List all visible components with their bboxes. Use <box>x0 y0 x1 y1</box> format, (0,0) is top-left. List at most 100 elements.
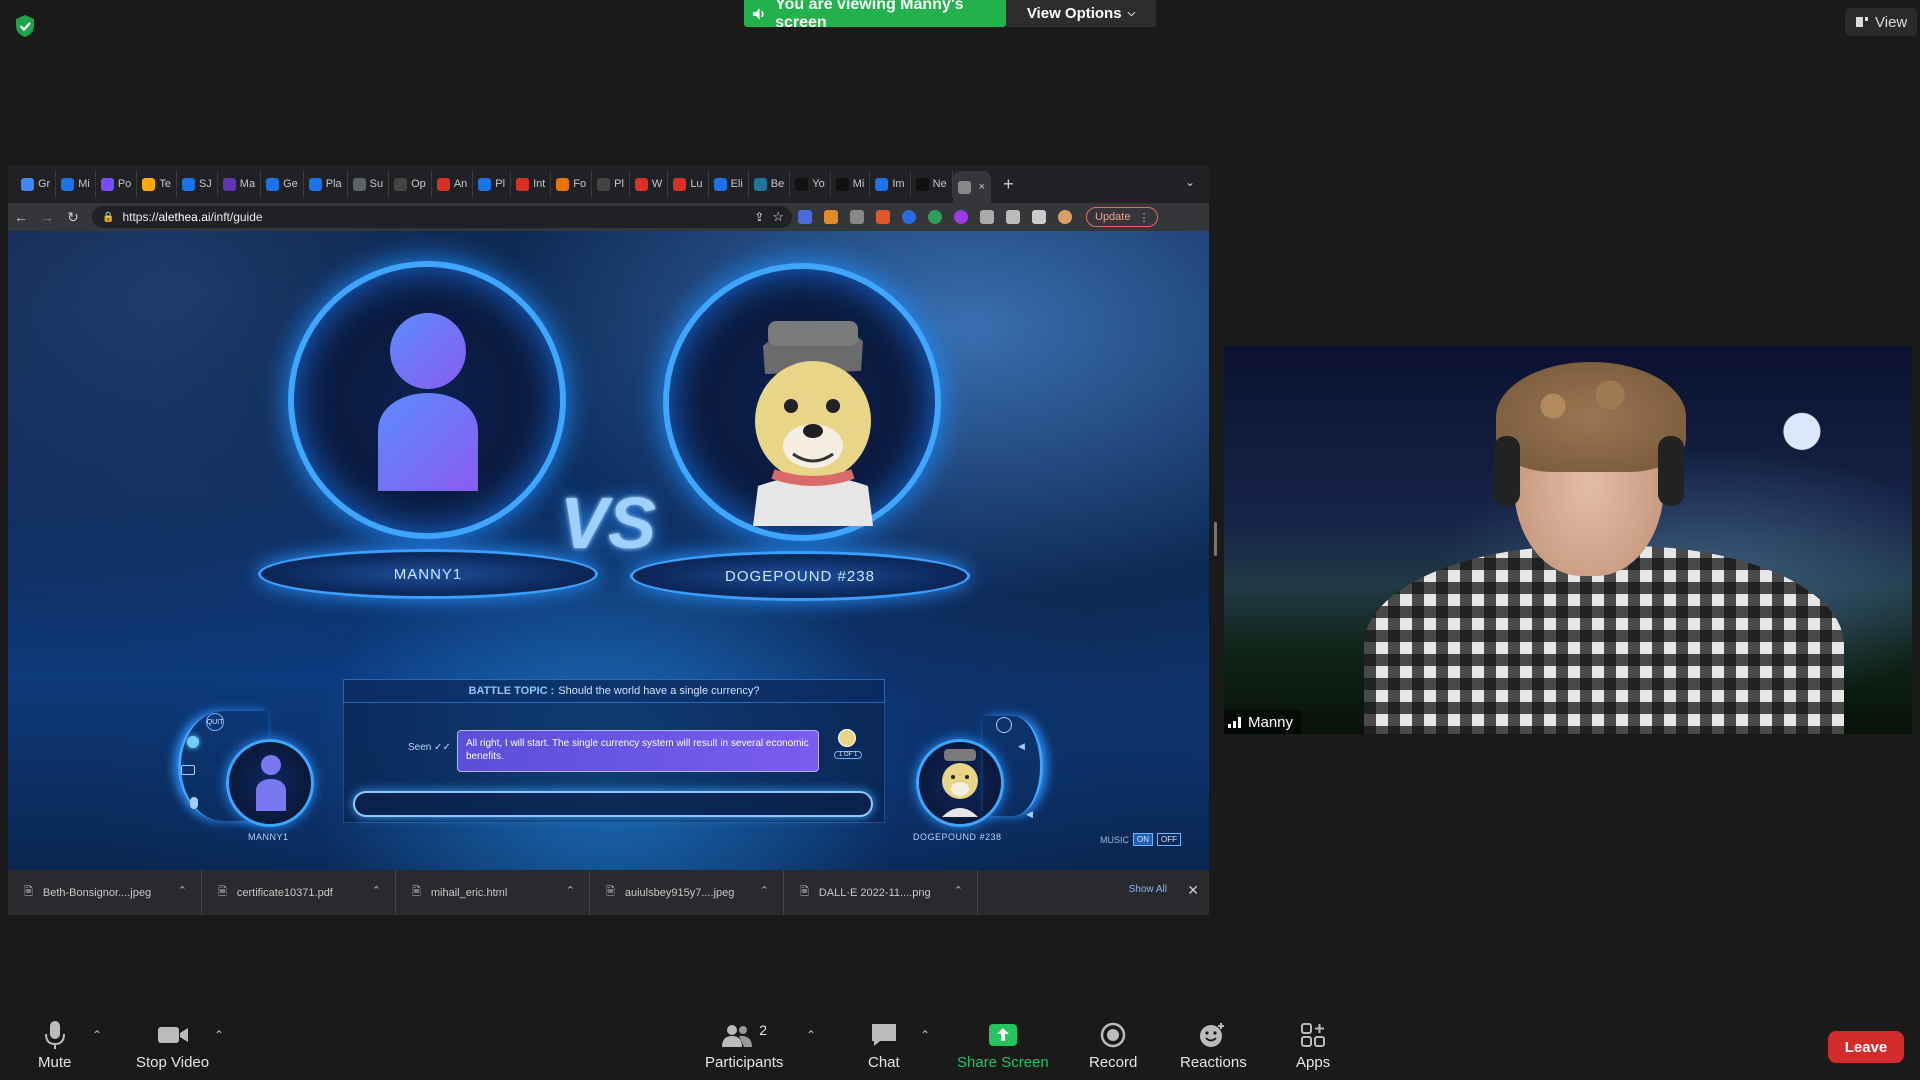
video-camera-icon <box>157 1027 188 1043</box>
browser-tab[interactable]: Ne <box>911 171 953 197</box>
side-panel-icon[interactable] <box>1032 210 1046 224</box>
record-dot-icon[interactable] <box>187 736 199 748</box>
chat-button[interactable]: Chat <box>868 1020 900 1071</box>
play-left-icon[interactable]: ◀ <box>1018 741 1025 752</box>
chevron-up-icon[interactable]: ⌃ <box>178 884 187 897</box>
chat-bubble-icon <box>871 1024 896 1046</box>
browser-tab[interactable]: Im <box>870 171 911 197</box>
browser-tab[interactable]: Yo <box>790 171 831 197</box>
extension-icon[interactable] <box>824 210 838 224</box>
browser-tab[interactable]: Be <box>749 171 791 197</box>
browser-tab[interactable]: An <box>432 171 474 197</box>
file-icon: 🗎 <box>218 886 227 898</box>
download-item[interactable]: 🗎 mihail_eric.html ⌃ <box>396 870 590 915</box>
music-on-button[interactable]: ON <box>1133 833 1153 846</box>
share-icon[interactable]: ⇪ <box>754 210 764 224</box>
view-button[interactable]: View <box>1845 8 1918 36</box>
music-off-button[interactable]: OFF <box>1157 833 1181 846</box>
forward-arrow-icon[interactable]: → <box>34 209 60 225</box>
new-tab-button[interactable]: + <box>1003 174 1014 195</box>
share-screen-arrow-icon <box>988 1024 1017 1046</box>
profile-avatar-icon[interactable] <box>1058 210 1072 224</box>
extension-icon[interactable] <box>928 210 942 224</box>
viewing-screen-text: You are viewing Manny's screen <box>775 0 964 31</box>
view-options-button[interactable]: View Options ⌵ <box>1006 0 1156 27</box>
play-left-icon[interactable]: ◀ <box>1026 809 1033 820</box>
reactions-button[interactable]: Reactions <box>1180 1020 1247 1071</box>
stop-video-button[interactable]: Stop Video <box>136 1020 209 1071</box>
video-options-chevron-icon[interactable]: ⌃ <box>214 1028 224 1042</box>
participants-button[interactable]: 2 Participants <box>705 1020 783 1071</box>
browser-tab[interactable]: Su <box>348 171 390 197</box>
chat-input[interactable] <box>353 791 873 817</box>
share-screen-label: Share Screen <box>957 1054 1049 1071</box>
browser-tab[interactable]: SJ <box>177 171 218 197</box>
address-bar[interactable]: 🔒 https://alethea.ai/inft/guide ⇪ ☆ <box>92 206 792 228</box>
volume-icon[interactable] <box>996 717 1012 733</box>
participant-video[interactable]: Manny <box>1224 346 1912 734</box>
browser-tab[interactable]: Lu <box>668 171 709 197</box>
mute-label: Mute <box>38 1054 72 1071</box>
browser-tab[interactable]: × <box>952 171 992 203</box>
security-shield-icon[interactable] <box>14 14 36 38</box>
extension-icon[interactable] <box>850 210 864 224</box>
update-button[interactable]: Update ⋮ <box>1086 207 1159 227</box>
browser-tab[interactable]: Pl <box>592 171 630 197</box>
browser-tab[interactable]: Mi <box>831 171 871 197</box>
browser-tab[interactable]: Mi <box>56 171 96 197</box>
browser-tab[interactable]: Ma <box>218 171 262 197</box>
tab-favicon-icon <box>875 177 889 191</box>
download-item[interactable]: 🗎 DALL·E 2022-11....png ⌃ <box>784 870 978 915</box>
resize-handle[interactable] <box>1214 522 1217 556</box>
tab-favicon-icon <box>21 177 34 191</box>
microphone-icon[interactable] <box>190 797 198 809</box>
browser-tab[interactable]: Op <box>389 171 432 197</box>
browser-tab[interactable]: Ge <box>261 171 304 197</box>
close-tab-icon[interactable]: × <box>979 181 985 193</box>
browser-tab[interactable]: Po <box>96 171 138 197</box>
chat-options-chevron-icon[interactable]: ⌃ <box>920 1028 930 1042</box>
browser-tab[interactable]: W <box>630 171 669 197</box>
leave-button[interactable]: Leave <box>1828 1031 1904 1063</box>
download-item[interactable]: 🗎 auiulsbey915y7....jpeg ⌃ <box>590 870 784 915</box>
headphone-icon <box>1494 436 1520 506</box>
tab-title: Ne <box>932 178 947 190</box>
mute-button[interactable]: Mute <box>38 1020 71 1071</box>
quit-button[interactable]: QUIT <box>206 713 224 731</box>
browser-tab[interactable]: Eli <box>709 171 749 197</box>
extension-icon[interactable] <box>876 210 890 224</box>
browser-tab[interactable]: Fo <box>551 171 593 197</box>
chevron-up-icon[interactable]: ⌃ <box>760 884 769 897</box>
apps-button[interactable]: Apps <box>1296 1020 1330 1071</box>
tab-search-chevron-icon[interactable]: ⌄ <box>1185 175 1195 189</box>
music-toggle: MUSIC ON OFF <box>1100 833 1181 846</box>
audio-options-chevron-icon[interactable]: ⌃ <box>92 1028 102 1042</box>
browser-tab[interactable]: Pla <box>304 171 348 197</box>
chevron-up-icon[interactable]: ⌃ <box>566 884 575 897</box>
puzzle-extensions-icon[interactable] <box>980 210 994 224</box>
browser-tab[interactable]: Int <box>511 171 552 197</box>
right-small-name: DOGEPOUND #238 <box>913 832 1002 842</box>
browser-tab[interactable]: Pl <box>473 171 512 197</box>
back-arrow-icon[interactable]: ← <box>8 209 34 225</box>
tab-title: Eli <box>730 178 743 190</box>
reload-icon[interactable]: ↻ <box>60 209 86 226</box>
extension-icon[interactable] <box>798 210 812 224</box>
keyboard-icon[interactable] <box>181 765 195 775</box>
close-icon[interactable]: ✕ <box>1187 882 1199 899</box>
tab-favicon-icon <box>957 180 971 194</box>
chevron-up-icon[interactable]: ⌃ <box>954 884 963 897</box>
participants-options-chevron-icon[interactable]: ⌃ <box>806 1028 816 1042</box>
browser-tab[interactable]: Gr <box>16 171 57 197</box>
extension-icon[interactable] <box>902 210 916 224</box>
show-all-downloads-link[interactable]: Show All <box>1129 884 1167 895</box>
chevron-up-icon[interactable]: ⌃ <box>372 884 381 897</box>
browser-tab[interactable]: Te <box>137 171 177 197</box>
reading-list-icon[interactable] <box>1006 210 1020 224</box>
download-item[interactable]: 🗎 certificate10371.pdf ⌃ <box>202 870 396 915</box>
download-item[interactable]: 🗎 Beth-Bonsignor....jpeg ⌃ <box>8 870 202 915</box>
share-screen-button[interactable]: Share Screen <box>957 1020 1049 1071</box>
extension-icon[interactable] <box>954 210 968 224</box>
record-button[interactable]: Record <box>1089 1020 1137 1071</box>
bookmark-star-icon[interactable]: ☆ <box>772 209 784 225</box>
